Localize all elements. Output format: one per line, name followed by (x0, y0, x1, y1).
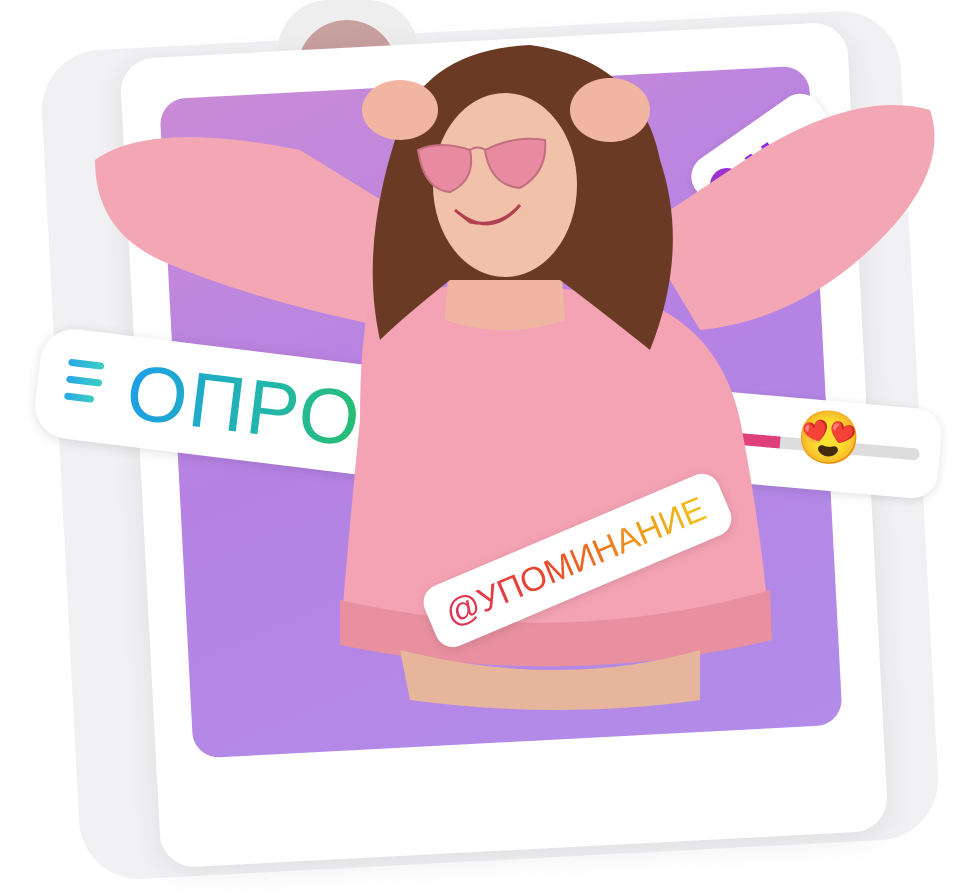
poll-lines-icon (63, 358, 105, 414)
slider-fill (719, 431, 781, 449)
heart-eyes-emoji[interactable]: 😍 (794, 407, 864, 470)
